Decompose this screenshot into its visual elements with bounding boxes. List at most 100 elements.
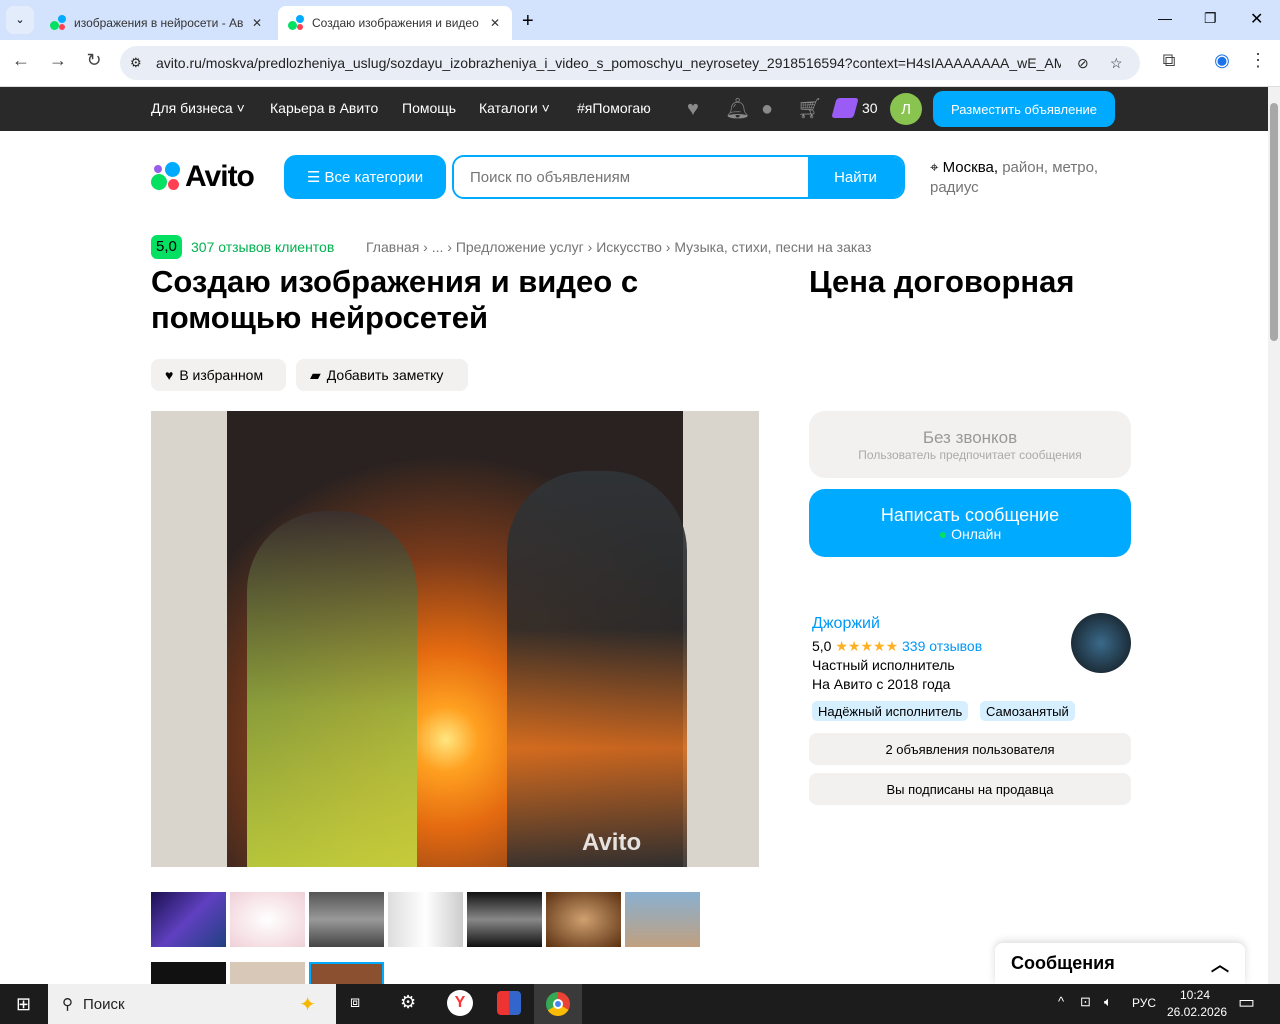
price: Цена договорная (809, 264, 1075, 299)
task-view-icon[interactable]: ⧈ (350, 994, 360, 1012)
new-tab-icon[interactable]: + (522, 10, 534, 33)
rating-stars-icon: ★★★★★ (835, 638, 899, 654)
seller-tag: Самозанятый (980, 701, 1075, 721)
search-button[interactable]: Найти (808, 157, 903, 197)
browser-tab[interactable]: изображения в нейросети - Авито ✕ (40, 6, 272, 40)
seller-avatar[interactable] (1071, 613, 1131, 673)
location-selector[interactable]: ⌖ Москва, район, метро, радиус (930, 158, 1120, 198)
volume-icon[interactable]: 🔈︎ (1104, 994, 1112, 1010)
language-indicator[interactable]: РУС (1132, 996, 1156, 1010)
clock-time[interactable]: 10:24 (1180, 988, 1210, 1002)
extensions-icon[interactable]: ⧉ (1156, 50, 1182, 71)
post-ad-button[interactable]: Разместить объявление (933, 91, 1115, 127)
online-dot-icon: ● (938, 525, 948, 542)
messages-icon[interactable]: ● (761, 99, 783, 119)
app-icon[interactable] (497, 991, 521, 1015)
nav-business[interactable]: Для бизнеса ˅ (151, 100, 245, 116)
location-pin-icon: ⌖ (930, 159, 939, 176)
photo-figure-man (507, 471, 687, 867)
close-window-icon[interactable]: ✕ (1250, 9, 1263, 29)
avito-favicon (50, 15, 66, 31)
seller-tag: Надёжный исполнитель (812, 701, 969, 721)
notifications-bell-icon[interactable]: 🔔︎ (725, 99, 750, 119)
breadcrumb[interactable]: Главная › ... › Предложение услуг › Иску… (366, 239, 871, 255)
tab-list-button[interactable]: ⌄ (6, 6, 34, 34)
seller-reviews-link[interactable]: 339 отзывов (902, 638, 982, 654)
tray-chevron-icon[interactable]: ^ (1058, 994, 1064, 1009)
favorite-button[interactable]: ♥ В избранном (151, 359, 286, 391)
rating-badge: 5,0 (151, 235, 182, 259)
notifications-icon[interactable]: ▭ (1238, 992, 1255, 1013)
minimize-icon[interactable]: — (1158, 10, 1172, 26)
scrollbar-thumb[interactable] (1270, 103, 1278, 341)
wallet-balance[interactable]: 30 (862, 100, 878, 116)
chevron-up-icon[interactable]: ︿ (1211, 951, 1229, 977)
search-input[interactable] (454, 157, 808, 197)
menu-icon[interactable]: ⋮ (1245, 50, 1271, 71)
note-icon: ▰ (310, 366, 321, 383)
taskbar-search[interactable]: ⚲ Поиск ✦ (48, 984, 336, 1024)
profile-icon[interactable]: ◉ (1209, 50, 1235, 71)
main-photo[interactable]: Avito (227, 411, 687, 867)
heart-icon: ♥ (165, 367, 174, 383)
add-note-button[interactable]: ▰ Добавить заметку (296, 359, 468, 391)
cart-icon[interactable]: 🛒︎ (797, 99, 822, 119)
image-gallery[interactable]: Avito (151, 411, 759, 867)
seller-type: Частный исполнитель (812, 657, 955, 673)
nav-i-help[interactable]: #яПомогаю (577, 100, 651, 116)
avito-logo[interactable]: Avito (151, 160, 255, 194)
close-tab-icon[interactable]: ✕ (252, 16, 262, 30)
close-tab-icon[interactable]: ✕ (490, 16, 500, 30)
photo-figure-woman (247, 511, 417, 867)
taskbar: ⊞ ⚲ Поиск ✦ ⧈ ⚙ Y ^ ⊡ 🔈︎ РУС 10:24 26.02.2… (0, 984, 1280, 1024)
thumbnail[interactable] (151, 892, 226, 947)
categories-icon: ☰ (306, 169, 325, 186)
restore-icon[interactable]: ❐ (1204, 10, 1217, 27)
messages-title: Сообщения (1011, 953, 1115, 973)
seller-rating: 5,0 ★★★★★ 339 отзывов (812, 638, 983, 654)
clock-date[interactable]: 26.02.2026 (1167, 1005, 1227, 1019)
seller-name[interactable]: Джоржий (812, 615, 880, 633)
avito-watermark: Avito (582, 829, 642, 856)
settings-gear-icon[interactable]: ⚙ (400, 992, 416, 1013)
favorites-heart-icon[interactable]: ♥ (687, 99, 709, 119)
user-avatar[interactable]: Л (890, 93, 922, 125)
windows-start-icon[interactable]: ⊞ (16, 994, 31, 1015)
forward-icon[interactable]: → (45, 50, 71, 71)
back-icon[interactable]: ← (8, 50, 34, 71)
logo-text: Avito (185, 160, 255, 193)
eye-off-icon[interactable]: ⊘ (1077, 55, 1089, 72)
yandex-browser-icon[interactable]: Y (447, 990, 473, 1016)
avito-favicon (288, 15, 304, 31)
seller-ads-button[interactable]: 2 объявления пользователя (809, 733, 1131, 765)
thumbnail[interactable] (546, 892, 621, 947)
nav-career[interactable]: Карьера в Авито (270, 100, 378, 116)
thumbnail[interactable] (230, 892, 305, 947)
write-message-button[interactable]: Написать сообщение ● Онлайн (809, 489, 1131, 557)
nav-catalogs[interactable]: Каталоги ˅ (479, 100, 550, 116)
no-calls-button: Без звонков Пользователь предпочитает со… (809, 411, 1131, 478)
reload-icon[interactable]: ↻ (81, 50, 107, 71)
chrome-taskbar-button[interactable] (534, 984, 582, 1024)
url-field[interactable]: ⚙ avito.ru/moskva/predlozheniya_uslug/so… (120, 46, 1140, 80)
search-icon: ⚲ (62, 996, 73, 1013)
thumbnail[interactable] (467, 892, 542, 947)
nav-help[interactable]: Помощь (402, 100, 456, 116)
tab-title: Создаю изображения и видео с помощью ней… (312, 16, 482, 30)
copilot-sparkle-icon: ✦ (299, 993, 316, 1016)
thumbnail[interactable] (388, 892, 463, 947)
tab-title: изображения в нейросети - Авито (74, 16, 244, 30)
all-categories-button[interactable]: ☰ Все категории (284, 155, 446, 199)
address-bar-row: ← → ↻ ⚙ avito.ru/moskva/predlozheniya_us… (0, 40, 1280, 87)
browser-tab-active[interactable]: Создаю изображения и видео с помощью ней… (278, 6, 512, 40)
network-icon[interactable]: ⊡ (1080, 994, 1091, 1010)
thumbnail[interactable] (625, 892, 700, 947)
browser-tab-bar: ⌄ изображения в нейросети - Авито ✕ Созд… (0, 0, 1280, 40)
messages-panel[interactable]: Сообщения ︿ (995, 943, 1245, 984)
thumbnail-strip (151, 892, 700, 947)
bookmark-star-icon[interactable]: ☆ (1110, 55, 1123, 72)
reviews-link[interactable]: 307 отзывов клиентов (191, 239, 334, 255)
subscribe-button[interactable]: Вы подписаны на продавца (809, 773, 1131, 805)
thumbnail[interactable] (309, 892, 384, 947)
site-settings-icon[interactable]: ⚙ (130, 55, 142, 71)
